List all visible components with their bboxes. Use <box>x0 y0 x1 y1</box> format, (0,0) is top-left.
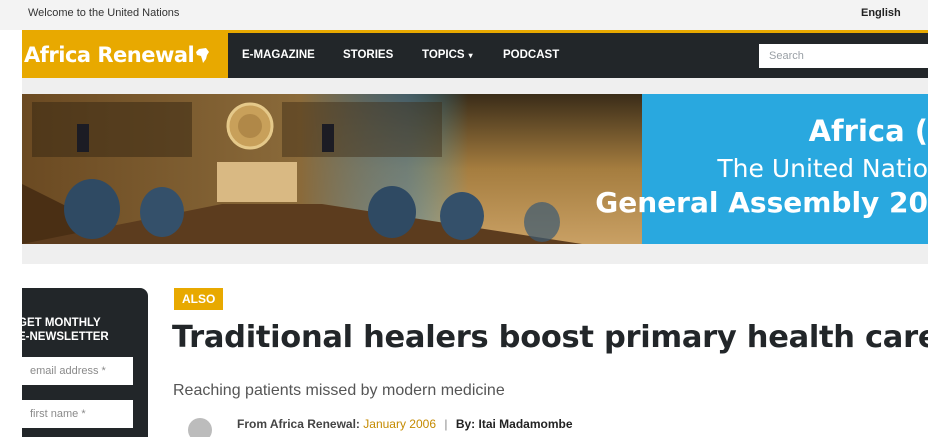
banner-title-line3: General Assembly 20 <box>595 186 928 219</box>
search-input[interactable] <box>759 44 928 68</box>
newsletter-title: GET MONTHLY E-NEWSLETTER <box>22 317 109 343</box>
nav-topics-label: TOPICS <box>422 49 465 61</box>
banner-area: Africa ( The United Natio General Assemb… <box>22 78 928 264</box>
nav-emagazine[interactable]: E-MAGAZINE <box>242 33 315 78</box>
africa-map-icon <box>196 48 210 63</box>
language-selector[interactable]: English <box>861 7 901 19</box>
nav-podcast[interactable]: PODCAST <box>503 33 559 78</box>
email-field[interactable] <box>22 357 133 385</box>
welcome-link[interactable]: Welcome to the United Nations <box>28 7 179 19</box>
issue-link[interactable]: January 2006 <box>363 417 436 431</box>
article-headline: Traditional healers boost primary health… <box>172 320 928 355</box>
main-navbar: Africa Renewal E-MAGAZINE STORIES TOPICS… <box>22 30 928 78</box>
nav-topics[interactable]: TOPICS ▾ <box>422 33 473 78</box>
nav-stories[interactable]: STORIES <box>343 33 393 78</box>
banner-title-line2: The United Natio <box>717 154 928 183</box>
newsletter-signup: GET MONTHLY E-NEWSLETTER <box>22 288 148 437</box>
first-name-field[interactable] <box>22 400 133 428</box>
byline-by-label: By: <box>455 417 476 431</box>
category-badge[interactable]: ALSO <box>174 288 224 310</box>
hero-banner[interactable]: Africa ( The United Natio General Assemb… <box>22 94 928 244</box>
byline-separator: | <box>444 417 448 431</box>
article-byline: From Africa Renewal: January 2006 | By: … <box>237 417 573 431</box>
author-name[interactable]: Itai Madamombe <box>479 417 573 431</box>
byline-source-label: From Africa Renewal: <box>237 417 360 431</box>
logo-text: Africa Renewal <box>24 43 195 67</box>
article-subtitle: Reaching patients missed by modern medic… <box>173 382 505 399</box>
banner-title-line1: Africa ( <box>808 114 928 148</box>
chevron-down-icon: ▾ <box>468 51 473 60</box>
site-logo[interactable]: Africa Renewal <box>22 33 228 78</box>
top-utility-bar: Welcome to the United Nations English <box>0 0 928 30</box>
author-avatar <box>188 418 212 437</box>
